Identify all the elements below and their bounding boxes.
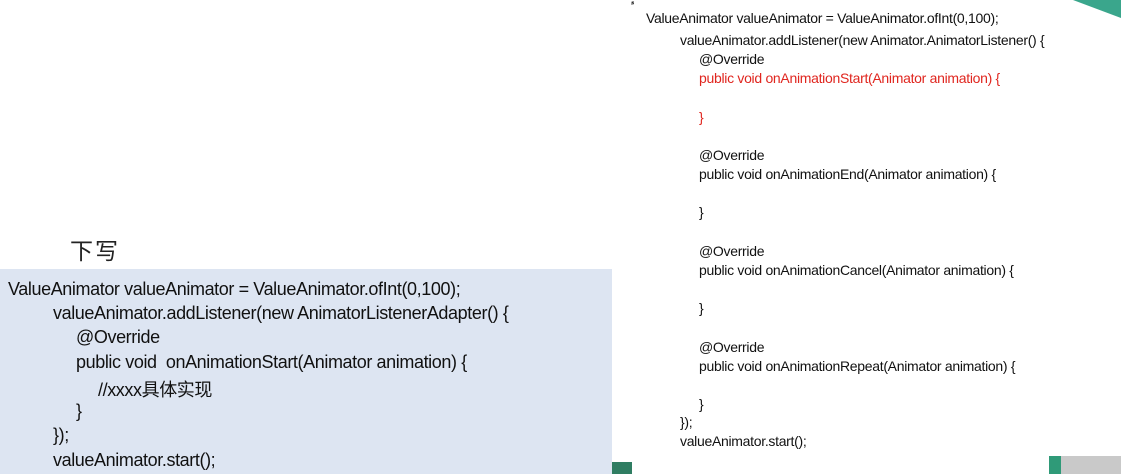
code-line-highlighted: public void onAnimationStart(Animator an…	[699, 70, 1000, 86]
code-line: }	[699, 204, 704, 220]
code-line: ValueAnimator valueAnimator = ValueAnima…	[8, 279, 461, 299]
code-line: public void onAnimationEnd(Animator anim…	[699, 166, 996, 182]
code-line: @Override	[76, 327, 160, 347]
code-line: }	[699, 300, 704, 316]
code-line: valueAnimator.addListener(new AnimatorLi…	[53, 303, 509, 323]
code-line: valueAnimator.start();	[53, 450, 216, 470]
code-line: valueAnimator.addListener(new Animator.A…	[680, 32, 1045, 48]
left-code-panel: ValueAnimator valueAnimator = ValueAnima…	[0, 269, 612, 474]
code-line: ValueAnimator valueAnimator = ValueAnima…	[646, 10, 999, 26]
code-line: @Override	[699, 339, 765, 355]
code-line: });	[680, 414, 693, 430]
code-line: @Override	[699, 51, 765, 67]
right-code-panel: ValueAnimator valueAnimator = ValueAnima…	[634, 0, 1048, 458]
code-line-highlighted: }	[699, 109, 704, 125]
decorative-accent-top-right	[1073, 0, 1121, 18]
code-line: }	[76, 401, 82, 421]
slide-heading: 下写	[70, 239, 120, 265]
code-line: @Override	[699, 243, 765, 259]
code-line: @Override	[699, 147, 765, 163]
code-line: public void onAnimationStart(Animator an…	[76, 352, 467, 372]
code-line: });	[53, 425, 69, 445]
code-line: public void onAnimationRepeat(Animator a…	[699, 358, 1016, 374]
code-line: public void onAnimationCancel(Animator a…	[699, 262, 1014, 278]
code-line: //xxxx具体实现	[98, 380, 213, 400]
code-line: }	[699, 396, 704, 412]
code-line: valueAnimator.start();	[680, 433, 807, 449]
decorative-accent-bottom-right	[1049, 456, 1121, 474]
